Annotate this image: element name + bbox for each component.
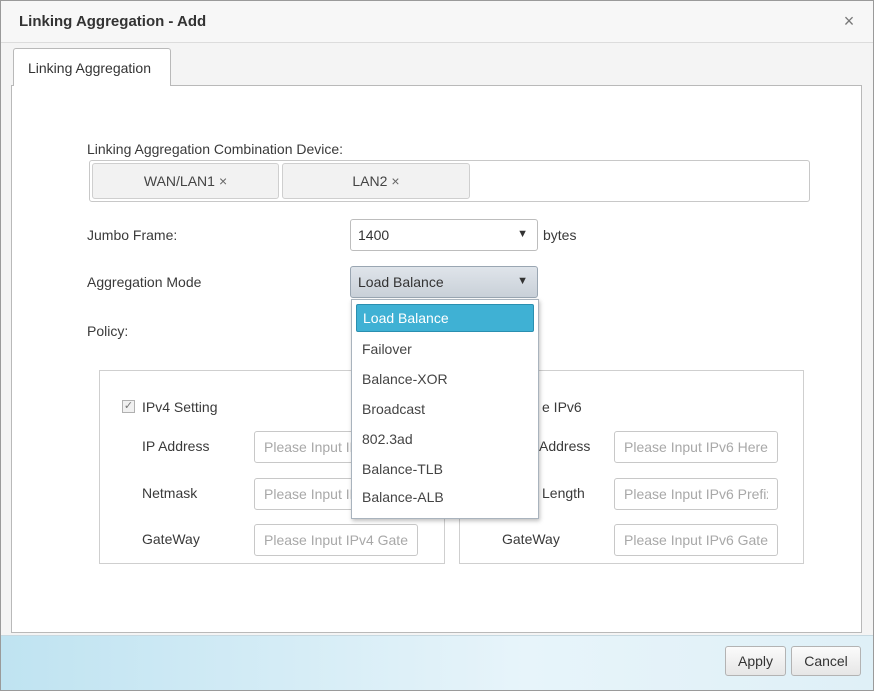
ipv6-prefix-input[interactable] [614, 478, 778, 510]
chevron-down-icon: ▼ [517, 275, 528, 287]
jumbo-frame-select[interactable]: 1400 ▼ [350, 219, 538, 251]
jumbo-frame-label: Jumbo Frame: [87, 227, 178, 243]
ipv4-netmask-label: Netmask [142, 485, 198, 501]
remove-icon[interactable]: × [391, 173, 399, 189]
dropdown-option-load-balance[interactable]: Load Balance [356, 304, 534, 332]
chevron-down-icon: ▼ [517, 228, 528, 240]
ipv6-gateway-label: GateWay [502, 531, 560, 547]
cancel-button[interactable]: Cancel [791, 646, 861, 676]
ipv4-gateway-label: GateWay [142, 531, 200, 547]
combination-device-field[interactable]: WAN/LAN1 × LAN2 × [89, 160, 810, 202]
close-icon[interactable]: × [839, 11, 859, 31]
tab-panel: Linking Aggregation Combination Device: … [11, 85, 862, 633]
tab-label: Linking Aggregation [28, 60, 151, 76]
aggregation-mode-value: Load Balance [358, 274, 444, 290]
policy-label: Policy: [87, 323, 129, 339]
ipv6-prefix-length-label: Length [542, 485, 585, 501]
device-chip-lan2[interactable]: LAN2 × [282, 163, 470, 199]
aggregation-mode-label: Aggregation Mode [87, 274, 202, 290]
tab-linking-aggregation[interactable]: Linking Aggregation [13, 48, 171, 86]
aggregation-mode-dropdown: Load Balance Failover Balance-XOR Broadc… [351, 299, 539, 519]
ipv6-enable-label: e IPv6 [542, 399, 582, 415]
remove-icon[interactable]: × [219, 173, 227, 189]
dropdown-option-balance-xor[interactable]: Balance-XOR [356, 365, 534, 393]
linking-aggregation-dialog: Linking Aggregation - Add × Linking Aggr… [0, 0, 874, 691]
ipv6-address-label: Address [539, 438, 591, 454]
device-chip-label: WAN/LAN1 [143, 173, 215, 189]
combination-device-label: Linking Aggregation Combination Device: [87, 141, 344, 157]
dropdown-option-broadcast[interactable]: Broadcast [356, 395, 534, 423]
dropdown-option-802-3ad[interactable]: 802.3ad [356, 425, 534, 453]
ipv6-gateway-input[interactable] [614, 524, 778, 556]
jumbo-frame-value: 1400 [358, 227, 390, 243]
aggregation-mode-select[interactable]: Load Balance ▼ [350, 266, 538, 298]
device-chip-label: LAN2 [352, 173, 388, 189]
jumbo-frame-unit: bytes [543, 227, 577, 243]
dropdown-option-balance-tlb[interactable]: Balance-TLB [356, 455, 534, 483]
dialog-titlebar: Linking Aggregation - Add × [1, 1, 873, 43]
dropdown-option-failover[interactable]: Failover [356, 335, 534, 363]
ipv4-setting-label: IPv4 Setting [142, 399, 218, 415]
dialog-footer: Apply Cancel [1, 635, 873, 690]
device-chip-wan-lan1[interactable]: WAN/LAN1 × [92, 163, 279, 199]
apply-button[interactable]: Apply [725, 646, 786, 676]
ipv4-gateway-input[interactable] [254, 524, 418, 556]
dialog-title: Linking Aggregation - Add [19, 13, 207, 30]
ipv6-address-input[interactable] [614, 431, 778, 463]
ipv4-ip-label: IP Address [142, 438, 210, 454]
ipv4-setting-checkbox[interactable]: ✓ [122, 400, 135, 413]
dropdown-option-balance-alb[interactable]: Balance-ALB [356, 483, 534, 511]
